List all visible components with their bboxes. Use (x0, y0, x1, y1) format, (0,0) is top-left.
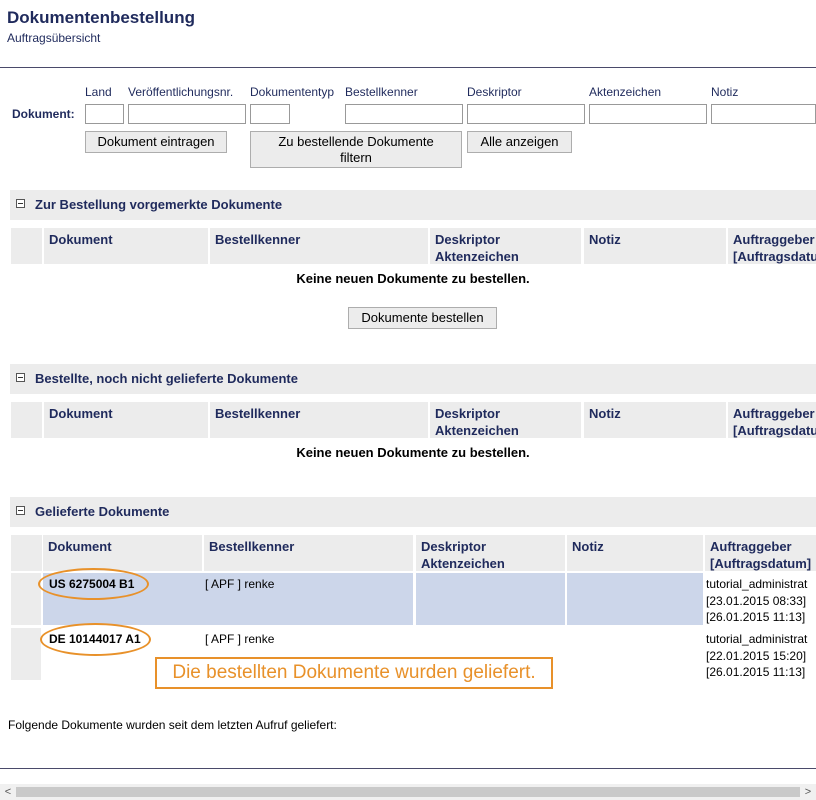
col-auftraggeber: Auftraggeber [Auftragsdatum] (728, 228, 816, 264)
row-date-ordered: [22.01.2015 15:20] (706, 649, 807, 663)
scroll-left-icon[interactable]: < (0, 784, 16, 800)
label-order-code: Bestellkenner (345, 85, 418, 99)
label-descriptor: Deskriptor (467, 85, 522, 99)
col-auftraggeber-label: Auftraggeber (733, 232, 815, 247)
col-auftraggeber: Auftraggeber [Auftragsdatum] (728, 402, 816, 438)
land-input[interactable] (85, 104, 124, 124)
col-bestellkenner: Bestellkenner (204, 535, 413, 571)
horizontal-scrollbar[interactable]: < > (0, 784, 816, 800)
publication-number-input[interactable] (128, 104, 246, 124)
filter-documents-button[interactable]: Zu bestellende Dokumente filtern (250, 131, 462, 168)
row-user: tutorial_administrat (706, 632, 808, 646)
section-title: Bestellte, noch nicht gelieferte Dokumen… (35, 371, 298, 386)
col-dokument: Dokument (44, 228, 208, 264)
collapse-icon[interactable] (16, 506, 25, 515)
scrollbar-thumb[interactable] (16, 787, 800, 797)
collapse-icon[interactable] (16, 199, 25, 208)
filter-button-line2: filtern (340, 149, 372, 165)
col-deskriptor: Deskriptor Aktenzeichen (430, 402, 581, 438)
label-publication-number: Veröffentlichungsnr. (128, 85, 234, 99)
section-title: Gelieferte Dokumente (35, 504, 170, 519)
header-gutter (11, 228, 42, 264)
col-auftragsdatum-label: [Auftragsdatum] (710, 556, 812, 571)
row-date-delivered: [26.01.2015 11:13] (706, 665, 806, 679)
col-notiz: Notiz (567, 535, 703, 571)
annotation-callout: Die bestellten Dokumente wurden geliefer… (155, 657, 553, 689)
col-aktenzeichen-label: Aktenzeichen (421, 556, 505, 571)
scroll-right-icon[interactable]: > (800, 784, 816, 800)
col-deskriptor: Deskriptor Aktenzeichen (430, 228, 581, 264)
empty-message: Keine neuen Dokumente zu bestellen. (296, 271, 530, 286)
show-all-button[interactable]: Alle anzeigen (467, 131, 572, 153)
row-cell-notiz (567, 573, 703, 625)
col-aktenzeichen-label: Aktenzeichen (435, 423, 519, 438)
col-deskriptor-label: Deskriptor (435, 232, 501, 247)
col-deskriptor-label: Deskriptor (421, 539, 487, 554)
col-auftraggeber-label: Auftraggeber (710, 539, 792, 554)
row-user: tutorial_administrat (706, 577, 808, 591)
header-gutter (11, 402, 42, 438)
row-bestellkenner: [ APF ] renke (205, 577, 275, 591)
footer-divider (0, 768, 816, 769)
section-header-geliefert[interactable]: Gelieferte Dokumente (10, 497, 816, 527)
section-header-vorgemerkt[interactable]: Zur Bestellung vorgemerkte Dokumente (10, 190, 816, 220)
col-deskriptor-label: Deskriptor (435, 406, 501, 421)
order-code-input[interactable] (345, 104, 463, 124)
label-file-number: Aktenzeichen (589, 85, 662, 99)
col-auftraggeber-label: Auftraggeber (733, 406, 815, 421)
header-gutter (11, 535, 42, 571)
document-row-label: Dokument: (12, 107, 75, 121)
row-gutter (11, 628, 41, 680)
col-bestellkenner: Bestellkenner (210, 228, 428, 264)
order-documents-button[interactable]: Dokumente bestellen (348, 307, 497, 329)
col-dokument: Dokument (44, 402, 208, 438)
header-divider (0, 67, 816, 68)
col-aktenzeichen-label: Aktenzeichen (435, 249, 519, 264)
col-auftraggeber: Auftraggeber [Auftragsdatum] (705, 535, 816, 571)
row-gutter (11, 573, 41, 625)
label-document-type: Dokumententyp (250, 85, 335, 99)
col-bestellkenner: Bestellkenner (210, 402, 428, 438)
empty-message: Keine neuen Dokumente zu bestellen. (296, 445, 530, 460)
section-title: Zur Bestellung vorgemerkte Dokumente (35, 197, 283, 212)
row-cell-deskriptor (416, 573, 565, 625)
col-notiz: Notiz (584, 228, 726, 264)
filter-button-line1: Zu bestellende Dokumente (278, 133, 434, 149)
highlight-oval (40, 623, 151, 656)
collapse-icon[interactable] (16, 373, 25, 382)
label-land: Land (85, 85, 112, 99)
file-number-input[interactable] (589, 104, 707, 124)
enter-document-button[interactable]: Dokument eintragen (85, 131, 227, 153)
section-header-bestellt[interactable]: Bestellte, noch nicht gelieferte Dokumen… (10, 364, 816, 394)
page-title: Dokumentenbestellung (7, 8, 195, 27)
col-auftragsdatum-label: [Auftragsdatum] (733, 423, 816, 438)
col-auftragsdatum-label: [Auftragsdatum] (733, 249, 816, 264)
col-deskriptor: Deskriptor Aktenzeichen (416, 535, 565, 571)
label-note: Notiz (711, 85, 739, 99)
descriptor-input[interactable] (467, 104, 585, 124)
col-dokument: Dokument (43, 535, 202, 571)
delivered-since-last-visit-text: Folgende Dokumente wurden seit dem letzt… (8, 718, 337, 732)
row-bestellkenner: [ APF ] renke (205, 632, 275, 646)
note-input[interactable] (711, 104, 816, 124)
document-type-input[interactable] (250, 104, 290, 124)
page-subtitle: Auftragsübersicht (7, 31, 101, 45)
highlight-oval (38, 568, 149, 600)
row-date-ordered: [23.01.2015 08:33] (706, 594, 807, 608)
row-date-delivered: [26.01.2015 11:13] (706, 610, 806, 624)
col-notiz: Notiz (584, 402, 726, 438)
